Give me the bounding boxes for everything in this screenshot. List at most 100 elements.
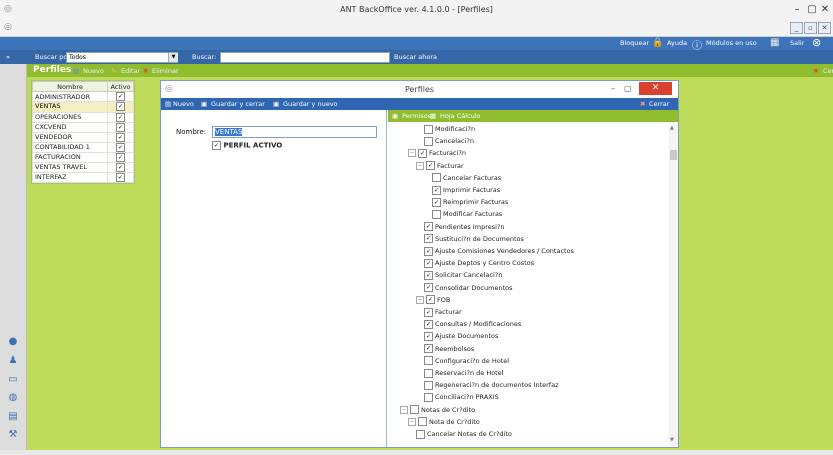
tree-node[interactable]: ✓ Pendientes Impresi?n [424, 222, 505, 232]
tree-expand-icon[interactable]: − [416, 295, 424, 304]
ayuda-button[interactable]: Ayuda [667, 39, 687, 47]
mdi-restore-icon[interactable]: ▫ [804, 22, 817, 34]
tree-node[interactable]: Conciliaci?n PRAXIS [424, 392, 499, 402]
tree-node-check[interactable]: ✓ [426, 295, 435, 305]
profile-active-check[interactable]: ✓ [116, 132, 125, 142]
tree-expand-icon[interactable]: − [400, 405, 408, 414]
tree-node[interactable]: ✓ Facturar [424, 307, 462, 317]
profile-active-check[interactable]: ✓ [116, 102, 125, 111]
tree-expand-icon[interactable]: − [408, 417, 416, 426]
tree-node-check[interactable]: ✓ [424, 222, 433, 232]
dialog-cerrar-button[interactable]: Cerrar [649, 100, 669, 108]
dialog-minimize-icon[interactable]: – [611, 84, 615, 93]
tree-node-check[interactable]: ✓ [424, 307, 433, 317]
buscar-ahora-button[interactable]: Buscar ahora [394, 53, 437, 61]
tree-node-check[interactable] [424, 136, 433, 146]
exit-icon[interactable]: ⊗ [812, 36, 821, 49]
tree-node[interactable]: − Notas de Cr?dito [400, 405, 475, 415]
dialog-maximize-icon[interactable]: ▢ [624, 84, 632, 93]
guardar-nuevo-button[interactable]: Guardar y nuevo [283, 100, 338, 108]
tree-node-check[interactable]: ✓ [424, 344, 433, 354]
mdi-minimize-icon[interactable]: _ [790, 22, 803, 34]
table-row[interactable]: VENTAS TRAVEL ✓ [32, 161, 134, 173]
tree-node-check[interactable] [424, 392, 433, 402]
search-input[interactable] [220, 52, 390, 63]
buscar-por-select[interactable]: Todos ▼ [66, 52, 178, 63]
nombre-input[interactable]: VENTAS [212, 126, 377, 138]
tree-node[interactable]: Modificaci?n [424, 124, 475, 134]
tree-node-check[interactable] [424, 368, 433, 378]
tree-expand-icon[interactable]: − [408, 149, 416, 158]
table-row[interactable]: INTERFAZ ✓ [32, 171, 134, 183]
table-row[interactable]: VENTAS ✓ [32, 101, 134, 113]
module-eliminar-button[interactable]: Eliminar [152, 67, 179, 75]
tree-node-check[interactable]: ✓ [424, 283, 433, 293]
tree-node-check[interactable] [424, 356, 433, 366]
col-activo[interactable]: Activo [107, 81, 134, 92]
collapse-icon[interactable]: » [6, 53, 10, 61]
rail-cards-icon[interactable]: ▭ [6, 374, 20, 386]
tree-node-check[interactable] [416, 429, 425, 439]
tree-node[interactable]: Cancelar Notas de Cr?dito [416, 429, 512, 439]
tree-node[interactable]: Reservaci?n de Hotel [424, 368, 504, 378]
tree-scrollbar[interactable]: ▲ ▼ [669, 124, 678, 446]
bloquear-button[interactable]: Bloquear [620, 39, 649, 47]
dialog-nuevo-button[interactable]: Nuevo [173, 100, 194, 108]
tree-node-check[interactable]: ✓ [418, 148, 427, 158]
close-icon[interactable]: ✕ [818, 3, 832, 16]
rail-home-icon[interactable]: ● [6, 336, 20, 348]
tree-node[interactable]: − ✓ FOB [416, 295, 450, 305]
tree-node-check[interactable]: ✓ [424, 319, 433, 329]
tree-node[interactable]: − ✓ Facturaci?n [408, 148, 466, 158]
tree-node[interactable]: Cancelaci?n [424, 136, 474, 146]
tree-node-check[interactable] [424, 380, 433, 390]
tree-node[interactable]: ✓ Ajuste Documentos [424, 331, 498, 341]
tree-node[interactable]: − Nota de Cr?dito [408, 417, 480, 427]
profile-active-check[interactable]: ✓ [116, 142, 125, 152]
tree-node-check[interactable]: ✓ [424, 246, 433, 256]
tree-node-check[interactable] [432, 209, 441, 219]
mdi-close-icon[interactable]: ✕ [818, 22, 831, 34]
profile-active-check[interactable]: ✓ [116, 152, 125, 162]
col-nombre[interactable]: Nombre [32, 81, 108, 92]
table-row[interactable]: ADMINISTRADOR ✓ [32, 91, 134, 102]
tree-expand-icon[interactable]: − [416, 161, 424, 170]
profile-active-check[interactable]: ✓ [116, 122, 125, 132]
module-nuevo-button[interactable]: Nuevo [83, 67, 104, 75]
tree-node[interactable]: Regeneraci?n de documentos Interfaz [424, 380, 559, 390]
tree-node[interactable]: ✓ Ajuste Comisiones Vendedores / Contacto… [424, 246, 574, 256]
dropdown-arrow-icon[interactable]: ▼ [168, 53, 178, 62]
rail-report-icon[interactable]: ▤ [6, 411, 20, 423]
profile-active-check[interactable]: ✓ [116, 172, 125, 182]
tree-node-check[interactable]: ✓ [432, 185, 441, 195]
tree-node-check[interactable]: ✓ [424, 270, 433, 280]
tree-node[interactable]: ✓ Imprimir Facturas [432, 185, 500, 195]
scroll-up-icon[interactable]: ▲ [670, 125, 674, 131]
rail-globe-icon[interactable]: ◍ [6, 392, 20, 404]
modulos-en-uso-button[interactable]: Módulos en uso [706, 39, 757, 47]
tree-node[interactable]: ✓ Sustituci?n de Documentos [424, 234, 524, 244]
tree-node[interactable]: ✓ Consultas / Modificaciones [424, 319, 521, 329]
perfil-activo-checkbox[interactable]: ✓ PERFIL ACTIVO [212, 141, 282, 150]
tree-node[interactable]: Cancelar Facturas [432, 173, 501, 183]
tree-node-check[interactable] [432, 173, 441, 183]
tab-permisos[interactable]: Permisos [402, 112, 431, 120]
module-cerrar-button[interactable]: Cerrar [823, 67, 833, 75]
tree-node-check[interactable]: ✓ [432, 197, 441, 207]
tab-hoja-calculo[interactable]: Hoja Cálculo [440, 112, 481, 120]
table-row[interactable]: FACTURACION ✓ [32, 151, 134, 163]
maximize-icon[interactable]: ▢ [806, 3, 818, 16]
profile-active-check[interactable]: ✓ [116, 112, 125, 122]
salir-button[interactable]: Salir [790, 39, 804, 47]
tree-node[interactable]: ✓ Reembolsos [424, 344, 474, 354]
scroll-down-icon[interactable]: ▼ [670, 437, 674, 443]
tree-node-check[interactable] [424, 124, 433, 134]
table-row[interactable]: CXCVEND ✓ [32, 121, 134, 133]
perfil-activo-check[interactable]: ✓ [212, 141, 221, 150]
module-editar-button[interactable]: Editar [121, 67, 140, 75]
tree-node-check[interactable] [410, 405, 419, 415]
tree-node[interactable]: ✓ Ajuste Deptos y Centro Costos [424, 258, 534, 268]
tree-node-check[interactable]: ✓ [424, 331, 433, 341]
tree-node[interactable]: Configuraci?n de Hotel [424, 356, 509, 366]
profile-active-check[interactable]: ✓ [116, 92, 125, 101]
